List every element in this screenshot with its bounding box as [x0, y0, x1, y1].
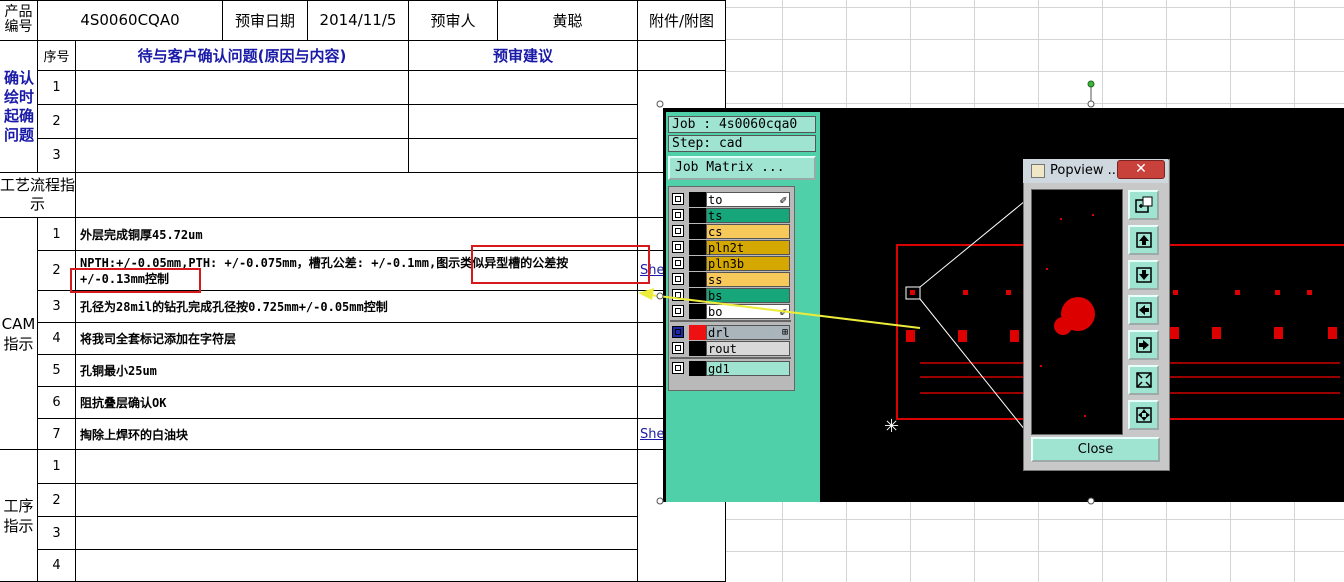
process-content[interactable]: [76, 173, 638, 218]
confirm-row-no: 2: [38, 105, 76, 139]
procedure-row-content[interactable]: [76, 517, 638, 550]
procedure-row-content[interactable]: [76, 550, 638, 582]
review-date-value[interactable]: 2014/11/5: [308, 0, 409, 41]
highlight-box: [471, 245, 650, 284]
procedure-row-content[interactable]: [76, 450, 638, 484]
reviewer-value[interactable]: 黄聪: [498, 0, 638, 41]
popview-canvas[interactable]: [1031, 189, 1123, 435]
confirm-row-no: 3: [38, 139, 76, 173]
process-label: 工艺流程指示: [0, 173, 76, 218]
zoom-in-icon[interactable]: [1128, 365, 1159, 395]
procedure-row-no: 2: [38, 484, 76, 517]
confirm-row-question[interactable]: [76, 105, 409, 139]
confirm-row-suggestion[interactable]: [409, 71, 638, 105]
confirm-row-suggestion[interactable]: [409, 105, 638, 139]
zoom-out-icon[interactable]: [1128, 400, 1159, 430]
procedure-row-no: 1: [38, 450, 76, 484]
cam-row-no: 6: [38, 387, 76, 419]
pan-up-icon[interactable]: [1128, 225, 1159, 255]
question-header: 待与客户确认问题(原因与内容): [76, 41, 409, 71]
review-date-label: 预审日期: [223, 0, 308, 41]
pan-down-icon[interactable]: [1128, 260, 1159, 290]
suggestion-header: 预审建议: [409, 41, 638, 71]
confirm-row-suggestion[interactable]: [409, 139, 638, 173]
cam-row-no: 5: [38, 355, 76, 387]
cam-label: CAM指示: [0, 218, 38, 450]
pan-right-icon[interactable]: [1128, 330, 1159, 360]
reviewer-label: 预审人: [409, 0, 498, 41]
close-button[interactable]: Close: [1031, 437, 1160, 462]
procedure-row-no: 4: [38, 550, 76, 582]
cam-row-no: 3: [38, 291, 76, 323]
confirm-row-no: 1: [38, 71, 76, 105]
cam-row-text[interactable]: 将我司全套标记添加在字符层: [76, 323, 638, 355]
close-icon[interactable]: ✕: [1117, 160, 1165, 179]
procedure-row-no: 3: [38, 517, 76, 550]
seq-label: 序号: [38, 41, 76, 71]
procedure-label: 工序指示: [0, 450, 38, 582]
app-icon: [1031, 164, 1045, 178]
attachment-label: 附件/附图: [638, 0, 726, 41]
confirm-section-label: 确认绘时起确问题: [3, 69, 34, 144]
cam-row-no: 4: [38, 323, 76, 355]
cam-row-text[interactable]: 孔铜最小25um: [76, 355, 638, 387]
zoom-window-icon[interactable]: [1128, 190, 1159, 220]
pan-left-icon[interactable]: [1128, 295, 1159, 325]
product-no-value[interactable]: 4S0060CQA0: [38, 0, 223, 41]
confirm-row-question[interactable]: [76, 71, 409, 105]
highlight-box: [70, 268, 201, 293]
popview-title: Popview ...: [1050, 163, 1121, 178]
cam-row-no: 1: [38, 218, 76, 251]
cam-row-text[interactable]: 掏除上焊环的白油块: [76, 419, 638, 450]
product-no-label: 产品编号: [0, 0, 38, 41]
cam-row-text[interactable]: 阻抗叠层确认OK: [76, 387, 638, 419]
procedure-row-content[interactable]: [76, 484, 638, 517]
confirm-row-question[interactable]: [76, 139, 409, 173]
cam-row-text[interactable]: 孔径为28mil的钻孔完成孔径按0.725mm+/-0.05mm控制: [76, 291, 638, 323]
attachment-cell[interactable]: [638, 41, 726, 71]
cam-row-no: 7: [38, 419, 76, 450]
